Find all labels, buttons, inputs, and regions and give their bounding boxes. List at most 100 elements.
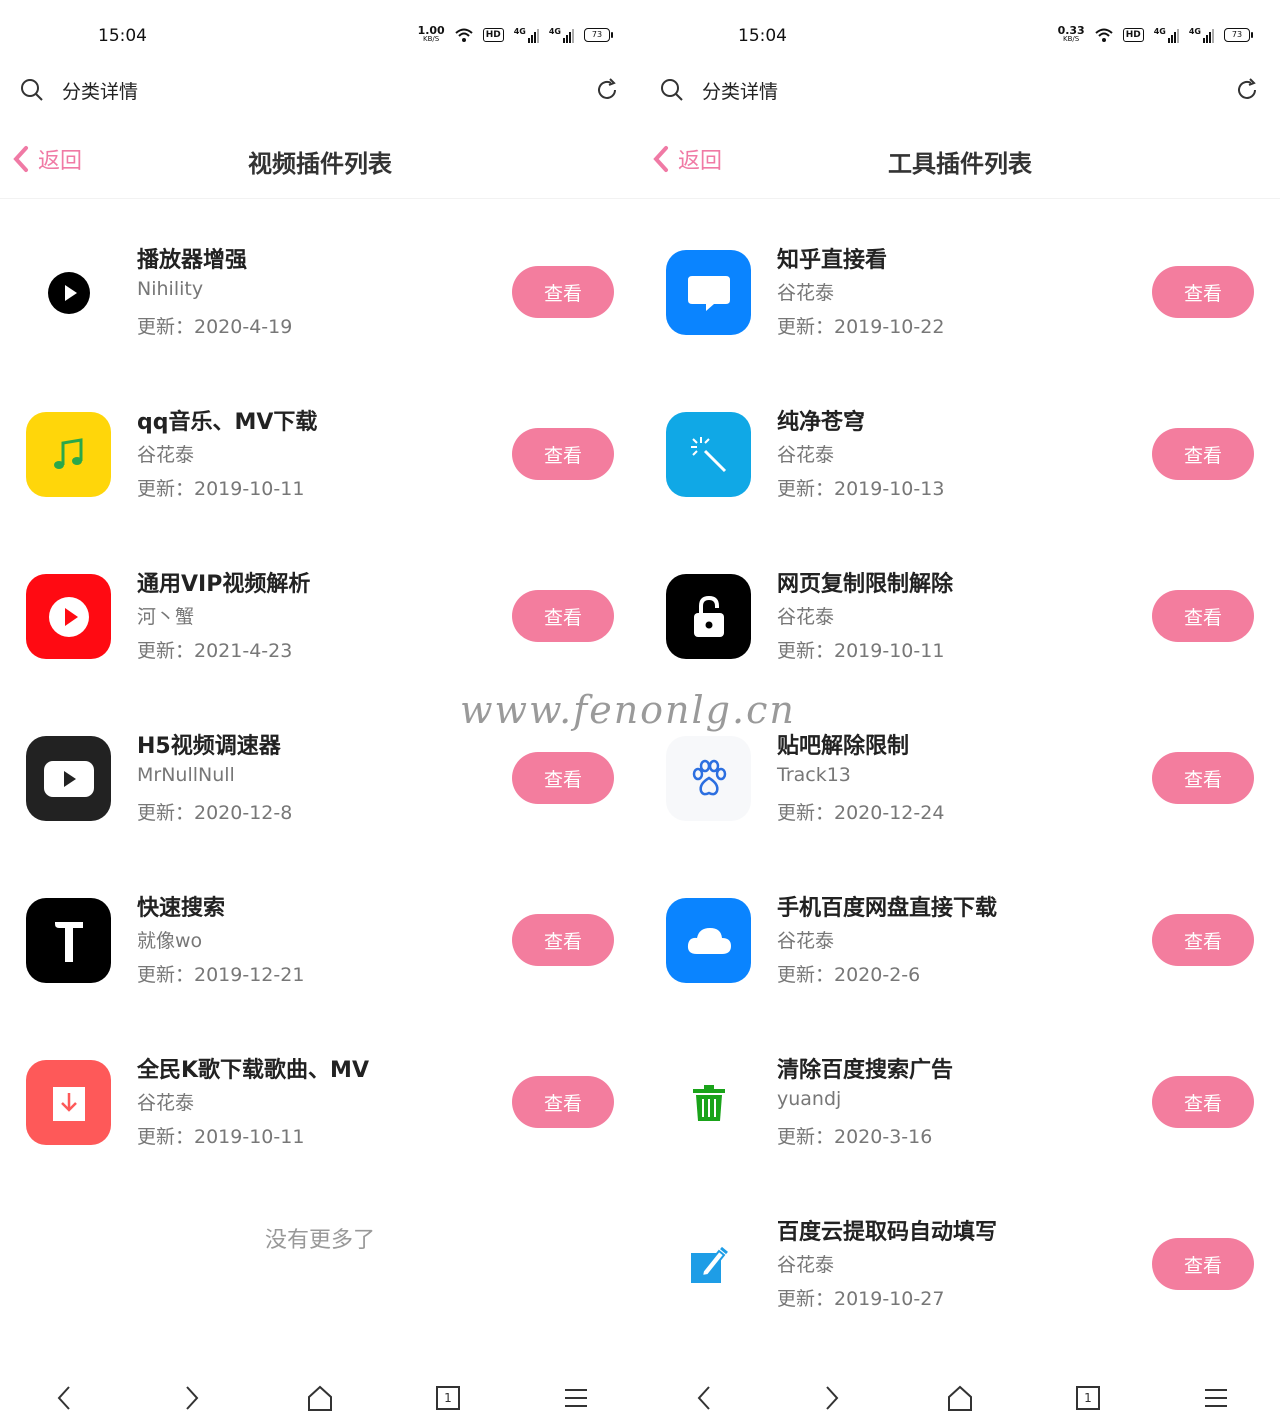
plugin-update: 更新：2019-10-11 xyxy=(777,640,945,662)
view-button[interactable]: 查看 xyxy=(1152,266,1254,318)
list-item[interactable]: 快速搜索 就像wo 更新：2019-12-21 查看 xyxy=(0,858,640,1020)
status-bar: 15:04 0.33 KB/S HD 4G 4G 73 xyxy=(640,0,1280,70)
signal-icon: 4G xyxy=(1154,27,1179,43)
view-button[interactable]: 查看 xyxy=(512,1076,614,1128)
plugin-update: 更新：2020-3-16 xyxy=(777,1126,933,1148)
network-rate: 0.33 xyxy=(1057,24,1085,37)
nav-header: 返回 视频插件列表 xyxy=(0,135,640,185)
battery-icon: 73 xyxy=(584,28,613,42)
unlock-icon xyxy=(666,574,751,659)
back-nav-icon[interactable] xyxy=(688,1382,720,1414)
list-item[interactable]: 全民K歌下载歌曲、MV 谷花泰 更新：2019-10-11 查看 xyxy=(0,1020,640,1182)
view-button[interactable]: 查看 xyxy=(1152,590,1254,642)
plugin-name: 网页复制限制解除 xyxy=(777,572,954,597)
signal-label: 4G xyxy=(513,27,526,36)
plugin-author: yuandj xyxy=(777,1088,842,1110)
search-icon[interactable] xyxy=(20,78,44,102)
play-circle-icon xyxy=(26,250,111,335)
plugin-author: 河丶蟹 xyxy=(137,606,195,628)
plugin-author: 谷花泰 xyxy=(777,282,835,304)
hd-icon: HD xyxy=(482,28,504,42)
chat-bubble-icon xyxy=(666,250,751,335)
divider xyxy=(640,198,1280,199)
plugin-author: 谷花泰 xyxy=(777,1254,835,1276)
view-button[interactable]: 查看 xyxy=(1152,1076,1254,1128)
list-item[interactable]: 清除百度搜索广告 yuandj 更新：2020-3-16 查看 xyxy=(640,1020,1280,1182)
status-bar: 15:04 1.00 KB/S HD 4G 4G 73 xyxy=(0,0,640,70)
signal-label: 4G xyxy=(548,27,561,36)
plugin-name: 纯净苍穹 xyxy=(777,410,866,435)
status-icons: 1.00 KB/S HD 4G 4G 73 xyxy=(418,25,613,44)
list-item[interactable]: 知乎直接看 谷花泰 更新：2019-10-22 查看 xyxy=(640,210,1280,372)
plugin-name: 贴吧解除限制 xyxy=(777,734,910,759)
search-icon[interactable] xyxy=(660,78,684,102)
list-item[interactable]: 百度云提取码自动填写 谷花泰 更新：2019-10-27 查看 xyxy=(640,1182,1280,1344)
view-button[interactable]: 查看 xyxy=(1152,752,1254,804)
network-speed: 0.33 KB/S xyxy=(1057,24,1085,44)
list-item[interactable]: qq音乐、MV下载 谷花泰 更新：2019-10-11 查看 xyxy=(0,372,640,534)
plugin-name: 通用VIP视频解析 xyxy=(137,572,311,597)
plugin-name: 清除百度搜索广告 xyxy=(777,1058,954,1083)
list-item[interactable]: 网页复制限制解除 谷花泰 更新：2019-10-11 查看 xyxy=(640,534,1280,696)
plugin-update: 更新：2019-10-27 xyxy=(777,1288,945,1310)
menu-icon[interactable] xyxy=(1200,1382,1232,1414)
signal-label: 4G xyxy=(1188,27,1201,36)
plugin-update: 更新：2020-2-6 xyxy=(777,964,921,986)
no-more-text: 没有更多了 xyxy=(264,1228,375,1253)
divider xyxy=(0,198,640,199)
signal-icon: 4G xyxy=(549,27,574,43)
plugin-author: 谷花泰 xyxy=(137,444,195,466)
view-button[interactable]: 查看 xyxy=(512,266,614,318)
home-icon[interactable] xyxy=(304,1382,336,1414)
network-unit: KB/S xyxy=(1063,35,1080,43)
view-button[interactable]: 查看 xyxy=(1152,428,1254,480)
home-icon[interactable] xyxy=(944,1382,976,1414)
plugin-name: 知乎直接看 xyxy=(777,248,888,273)
search-bar: 分类详情 xyxy=(0,70,640,110)
tab-count: 1 xyxy=(436,1386,460,1410)
refresh-icon[interactable] xyxy=(594,77,620,103)
forward-nav-icon[interactable] xyxy=(176,1382,208,1414)
plugin-author: 谷花泰 xyxy=(777,444,835,466)
download-icon xyxy=(26,1060,111,1145)
search-title[interactable]: 分类详情 xyxy=(62,77,138,104)
plugin-update: 更新：2020-4-19 xyxy=(137,316,293,338)
view-button[interactable]: 查看 xyxy=(512,914,614,966)
forward-nav-icon[interactable] xyxy=(816,1382,848,1414)
plugin-author: Track13 xyxy=(777,764,851,786)
plugin-name: 手机百度网盘直接下载 xyxy=(777,896,998,921)
refresh-icon[interactable] xyxy=(1234,77,1260,103)
view-button[interactable]: 查看 xyxy=(512,590,614,642)
back-nav-icon[interactable] xyxy=(48,1382,80,1414)
search-title[interactable]: 分类详情 xyxy=(702,77,778,104)
bottom-nav: 1 xyxy=(640,1368,1280,1428)
plugin-name: 全民K歌下载歌曲、MV xyxy=(137,1058,369,1083)
plugin-update: 更新：2019-12-21 xyxy=(137,964,305,986)
page-title: 工具插件列表 xyxy=(888,150,1032,178)
view-button[interactable]: 查看 xyxy=(1152,914,1254,966)
page-title: 视频插件列表 xyxy=(248,150,392,178)
magic-wand-icon xyxy=(666,412,751,497)
watermark: www.fenonlg.cn xyxy=(460,688,796,732)
nav-header: 返回 工具插件列表 xyxy=(640,135,1280,185)
plugin-update: 更新：2019-10-11 xyxy=(137,1126,305,1148)
search-bar: 分类详情 xyxy=(640,70,1280,110)
view-button[interactable]: 查看 xyxy=(1152,1238,1254,1290)
tab-count: 1 xyxy=(1076,1386,1100,1410)
plugin-author: 谷花泰 xyxy=(137,1092,195,1114)
status-icons: 0.33 KB/S HD 4G 4G 73 xyxy=(1057,24,1253,44)
signal-icon: 4G xyxy=(1189,27,1214,43)
view-button[interactable]: 查看 xyxy=(512,752,614,804)
view-button[interactable]: 查看 xyxy=(512,428,614,480)
list-item[interactable]: 播放器增强 Nihility 更新：2020-4-19 查看 xyxy=(0,210,640,372)
bottom-nav: 1 xyxy=(0,1368,640,1428)
music-note-icon xyxy=(26,412,111,497)
list-item[interactable]: 通用VIP视频解析 河丶蟹 更新：2021-4-23 查看 xyxy=(0,534,640,696)
tabs-icon[interactable]: 1 xyxy=(432,1382,464,1414)
plugin-author: 谷花泰 xyxy=(777,930,835,952)
list-item[interactable]: 手机百度网盘直接下载 谷花泰 更新：2020-2-6 查看 xyxy=(640,858,1280,1020)
menu-icon[interactable] xyxy=(560,1382,592,1414)
tabs-icon[interactable]: 1 xyxy=(1072,1382,1104,1414)
list-item[interactable]: 纯净苍穹 谷花泰 更新：2019-10-13 查看 xyxy=(640,372,1280,534)
signal-icon: 4G xyxy=(514,27,539,43)
